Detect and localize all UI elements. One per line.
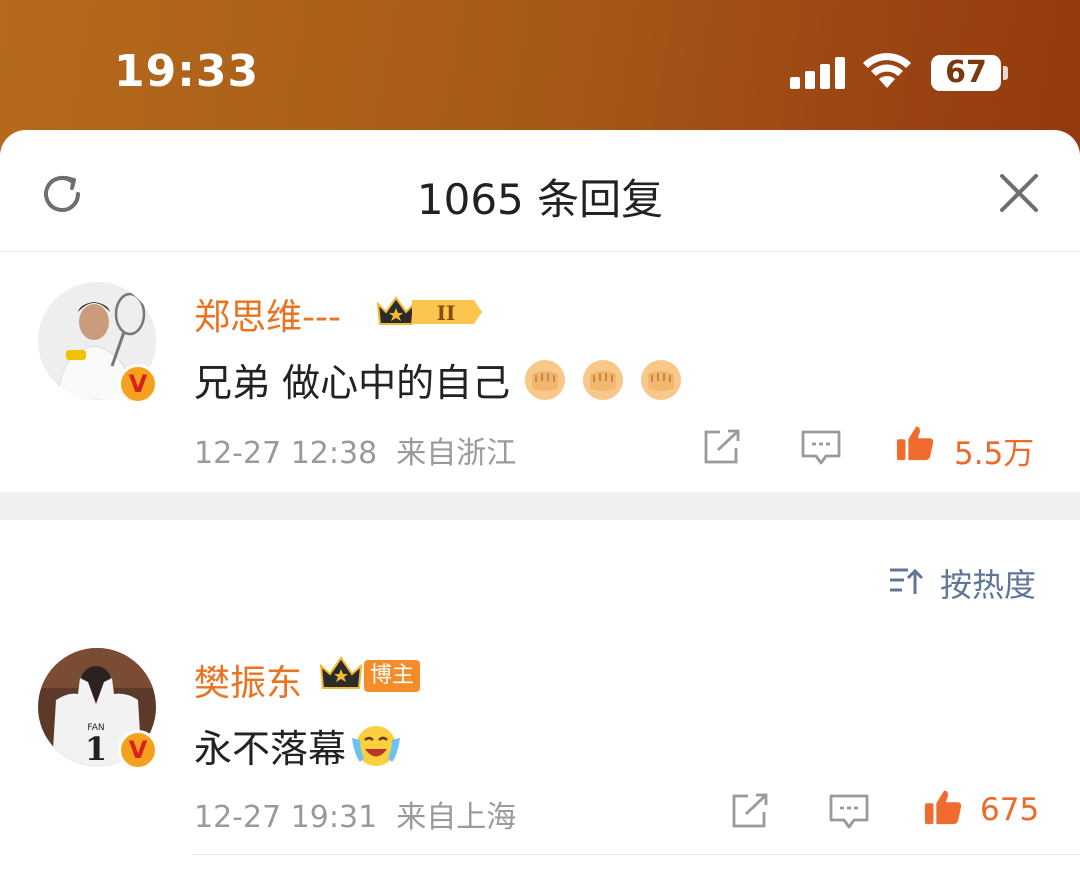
wifi-icon <box>863 53 911 88</box>
comment-username[interactable]: 樊振东 <box>194 654 302 706</box>
member-crown-icon <box>319 656 363 689</box>
verified-badge-icon: V <box>118 730 158 770</box>
comment-text-content: 永不落幕 <box>194 727 347 771</box>
member-crown-badge-icon: II <box>376 296 482 325</box>
comment-icon[interactable] <box>800 428 842 466</box>
fist-icon <box>583 360 624 400</box>
comment-location: 来自浙江 <box>396 436 517 471</box>
sheet-title: 1065 条回复 <box>416 175 664 224</box>
comment-text: 兄弟 做心中的自己 <box>194 352 684 407</box>
sort-label: 按热度 <box>940 566 1037 604</box>
comment-time: 12-27 12:38 <box>194 436 378 471</box>
verified-badge-icon: V <box>118 364 158 404</box>
comment-meta: 12-27 12:38 来自浙江 <box>194 428 516 472</box>
like-count: 675 <box>980 792 1040 828</box>
battery-indicator: 67 <box>931 55 1001 91</box>
close-icon[interactable] <box>998 172 1040 214</box>
comment-icon[interactable] <box>828 792 870 830</box>
list-separator <box>192 854 1080 855</box>
cellular-signal-icon <box>790 57 845 89</box>
section-divider <box>0 492 1080 520</box>
svg-text:1: 1 <box>85 730 107 766</box>
like-icon[interactable] <box>894 424 936 462</box>
sheet-header: 1065 条回复 <box>0 130 1080 252</box>
comment-text-content: 兄弟 做心中的自己 <box>194 361 511 405</box>
sort-icon <box>890 568 924 594</box>
comment-text: 永不落幕 <box>194 718 402 773</box>
comment-time: 12-27 19:31 <box>194 800 378 835</box>
comment-meta: 12-27 19:31 来自上海 <box>194 792 516 836</box>
like-icon[interactable] <box>922 788 964 826</box>
status-bar: 19:33 67 <box>0 0 1080 130</box>
comment-location: 来自上海 <box>396 800 517 835</box>
svg-text:II: II <box>437 301 456 325</box>
blogger-tag: 博主 <box>364 660 421 692</box>
replies-sheet: 1065 条回复 V 郑思维--- II 兄弟 做心中的自己 12-27 12:… <box>0 130 1080 877</box>
comment-username[interactable]: 郑思维--- <box>194 288 341 340</box>
battery-tip <box>1003 66 1008 80</box>
crying-laughing-icon <box>352 726 401 766</box>
share-icon[interactable] <box>730 792 772 830</box>
share-icon[interactable] <box>702 428 744 466</box>
fist-icon <box>641 360 682 400</box>
status-time: 19:33 <box>114 46 260 97</box>
fist-icon <box>525 360 566 400</box>
like-count: 5.5万 <box>954 436 1035 472</box>
